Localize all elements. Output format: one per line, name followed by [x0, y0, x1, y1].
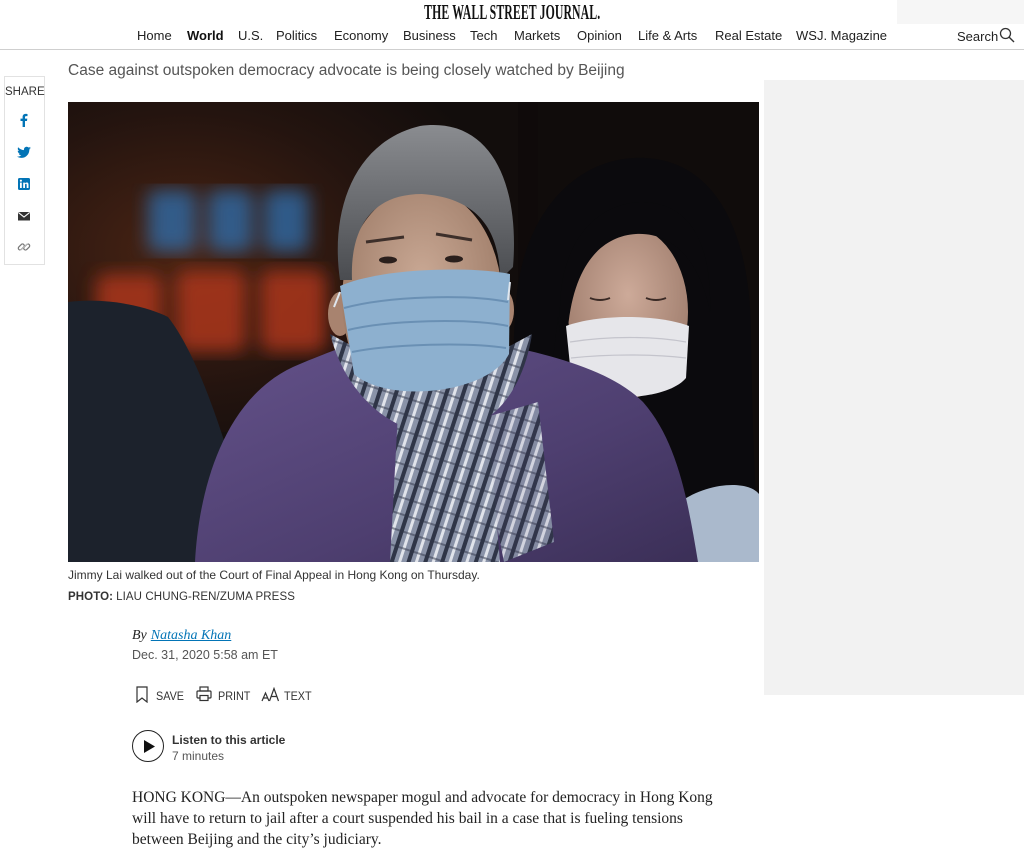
audio-duration: 7 minutes: [172, 749, 225, 763]
byline-prefix: By: [132, 628, 147, 643]
share-panel: SHARE: [4, 76, 45, 265]
twitter-icon[interactable]: [17, 145, 31, 159]
email-icon[interactable]: [17, 209, 31, 223]
search-label[interactable]: Search: [957, 29, 998, 45]
play-icon[interactable]: [143, 739, 155, 753]
facebook-icon[interactable]: [17, 113, 31, 127]
article-body: HONG KONG—An outspoken newspaper mogul a…: [132, 787, 713, 850]
print-button[interactable]: PRINT: [196, 684, 254, 704]
nav-item-home[interactable]: Home: [137, 28, 172, 44]
text-size-icon[interactable]: [261, 686, 280, 702]
bookmark-icon[interactable]: [136, 685, 148, 703]
wsj-masthead-logo[interactable]: THE WALL STREET JOURNAL.: [0, 1, 1024, 23]
author-link[interactable]: Natasha Khan: [151, 628, 232, 643]
man-face-mask: [340, 269, 510, 392]
nav-item-markets[interactable]: Markets: [514, 28, 560, 44]
play-audio-button[interactable]: [132, 730, 164, 762]
share-label: SHARE: [5, 86, 45, 98]
photo-credit: PHOTO: LIAU CHUNG-REN/ZUMA PRESS: [68, 590, 295, 604]
search-button[interactable]: Search: [957, 27, 1015, 46]
photo-credit-label: PHOTO:: [68, 591, 114, 603]
article-subheading: Case against outspoken democracy advocat…: [68, 62, 625, 79]
save-button[interactable]: SAVE: [136, 684, 187, 704]
listen-label[interactable]: Listen to this article: [172, 733, 285, 748]
nav-item-world[interactable]: World: [187, 28, 224, 44]
print-label[interactable]: PRINT: [218, 689, 250, 704]
printer-icon[interactable]: [196, 686, 212, 702]
nav-item-life-arts[interactable]: Life & Arts: [638, 28, 697, 44]
nav-item-tech[interactable]: Tech: [470, 28, 497, 44]
nav-item-economy[interactable]: Economy: [334, 28, 388, 44]
nav-item-us[interactable]: U.S.: [238, 28, 263, 44]
search-icon[interactable]: [999, 27, 1015, 43]
nav-item-opinion[interactable]: Opinion: [577, 28, 622, 44]
header-divider: [0, 49, 1024, 50]
text-size-button[interactable]: TEXT: [261, 684, 315, 704]
nav-item-wsj-magazine[interactable]: WSJ. Magazine: [796, 28, 887, 44]
photo-caption: Jimmy Lai walked out of the Court of Fin…: [68, 568, 480, 582]
photo-illustration: [68, 102, 759, 562]
nav-item-politics[interactable]: Politics: [276, 28, 317, 44]
text-size-label[interactable]: TEXT: [284, 689, 312, 704]
publish-timestamp: Dec. 31, 2020 5:58 am ET: [132, 648, 278, 662]
masthead-title[interactable]: THE WALL STREET JOURNAL.: [424, 1, 600, 23]
photo-credit-name: LIAU CHUNG-REN/ZUMA PRESS: [116, 591, 295, 603]
save-label[interactable]: SAVE: [156, 689, 184, 704]
article-photo: [68, 102, 759, 562]
sidebar-ad-space: [764, 80, 1024, 695]
byline: By Natasha Khan: [132, 627, 231, 645]
body-text-line: between Beijing and the city’s judiciary…: [132, 831, 382, 848]
link-icon[interactable]: [17, 240, 31, 254]
linkedin-icon[interactable]: [17, 177, 31, 191]
body-text-line: HONG KONG—An outspoken newspaper mogul a…: [132, 789, 713, 806]
body-text-line: will have to return to jail after a cour…: [132, 810, 683, 827]
nav-item-real-estate[interactable]: Real Estate: [715, 28, 782, 44]
nav-item-business[interactable]: Business: [403, 28, 456, 44]
